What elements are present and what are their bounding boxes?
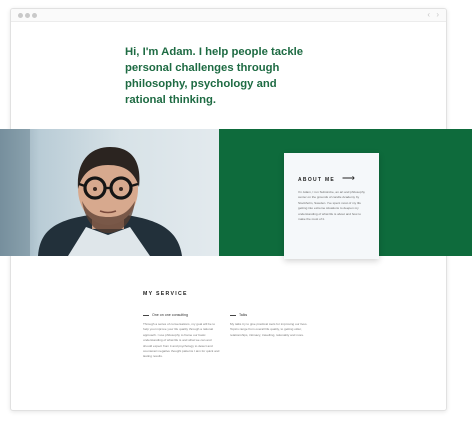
forward-arrow-icon[interactable]: › bbox=[436, 10, 439, 20]
service-label: One on one consulting bbox=[152, 313, 188, 317]
service-column: Talks My talks try to give practical too… bbox=[230, 313, 308, 338]
service-column: One on one consulting Through a series o… bbox=[143, 313, 221, 360]
about-card: ABOUT ME ⟶ I'm Adam, I run Substrobe, an… bbox=[284, 153, 379, 259]
about-title: ABOUT ME bbox=[298, 177, 336, 183]
back-arrow-icon[interactable]: ‹ bbox=[427, 10, 430, 20]
window-dot-icon[interactable] bbox=[32, 13, 37, 18]
window-dot-icon[interactable] bbox=[25, 13, 30, 18]
service-heading: Talks bbox=[230, 313, 308, 317]
dash-icon bbox=[230, 314, 236, 316]
service-heading: One on one consulting bbox=[143, 313, 221, 317]
hero-heading: Hi, I'm Adam. I help people tackle perso… bbox=[125, 46, 304, 106]
title-bar: ‹ › bbox=[11, 9, 446, 22]
about-text: I'm Adam, I run Substrobe, an art and ph… bbox=[298, 190, 365, 222]
right-arrow-icon[interactable]: ⟶ bbox=[342, 173, 355, 184]
portrait-photo bbox=[0, 129, 219, 256]
service-label: Talks bbox=[239, 313, 248, 317]
service-text: My talks try to give practical tools for… bbox=[230, 322, 308, 337]
about-band bbox=[0, 129, 472, 256]
dash-icon bbox=[143, 314, 149, 316]
portrait-illustration bbox=[0, 129, 182, 256]
window-dot-icon[interactable] bbox=[18, 13, 23, 18]
service-title: MY SERVICE bbox=[143, 291, 188, 297]
service-text: Through a series of conversations, my go… bbox=[143, 322, 220, 359]
